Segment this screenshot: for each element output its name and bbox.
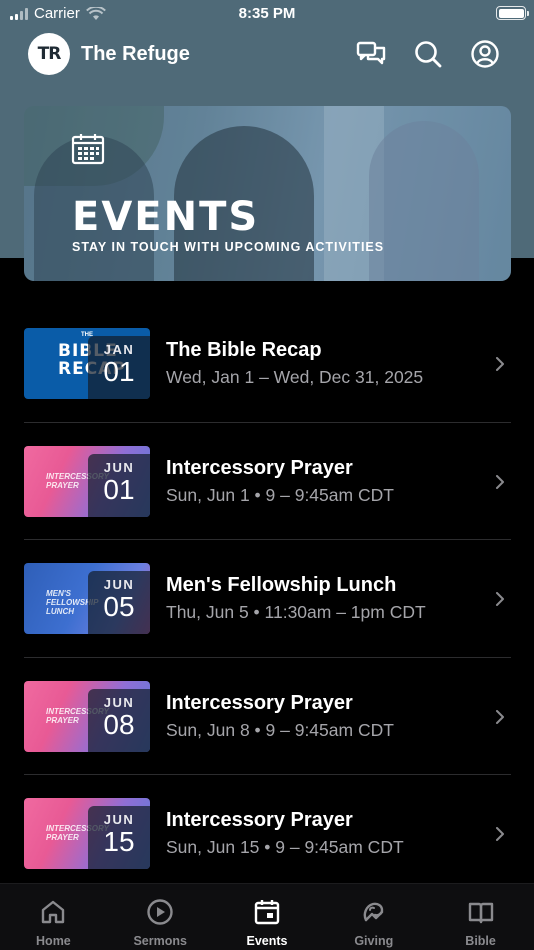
event-date: Thu, Jun 5 • 11:30am – 1pm CDT xyxy=(166,602,426,622)
tab-giving[interactable]: Giving xyxy=(320,884,427,950)
date-badge: JUN 01 xyxy=(88,453,150,517)
battery-icon xyxy=(496,6,529,20)
badge-day: 01 xyxy=(103,356,135,387)
app-screen: Carrier 8:35 PM TR The Refuge EVENTS STA… xyxy=(0,0,534,950)
calendar-icon xyxy=(254,900,280,925)
event-date: Sun, Jun 15 • 9 – 9:45am CDT xyxy=(166,837,404,857)
event-thumbnail: MEN'S FELLOWSHIP LUNCH JUN 05 xyxy=(24,563,150,634)
hero-title: EVENTS xyxy=(72,194,260,240)
event-thumbnail: INTERCESSORY PRAYER JUN 15 xyxy=(24,798,150,869)
event-row[interactable]: INTERCESSORY PRAYER JUN 15 Intercessory … xyxy=(24,775,511,893)
profile-button[interactable] xyxy=(469,38,501,70)
badge-month: JUN xyxy=(103,459,135,475)
events-list: THE BIBLE RECAP JAN 01 The Bible Recap W… xyxy=(0,305,534,893)
app-title: The Refuge xyxy=(81,43,190,65)
home-icon xyxy=(42,900,65,924)
calendar-icon xyxy=(71,134,105,165)
badge-day: 05 xyxy=(103,591,135,622)
search-icon xyxy=(415,41,442,68)
event-row[interactable]: INTERCESSORY PRAYER JUN 01 Intercessory … xyxy=(24,423,511,540)
event-date: Sun, Jun 8 • 9 – 9:45am CDT xyxy=(166,719,394,740)
date-badge: JAN 01 xyxy=(88,336,150,399)
tab-home[interactable]: Home xyxy=(0,884,107,950)
event-row[interactable]: THE BIBLE RECAP JAN 01 The Bible Recap W… xyxy=(24,305,511,423)
chat-button[interactable] xyxy=(355,38,387,70)
date-badge: JUN 05 xyxy=(88,571,150,634)
badge-day: 15 xyxy=(103,826,135,857)
badge-month: JUN xyxy=(103,694,135,710)
badge-day: 01 xyxy=(103,473,135,505)
tab-label: Bible xyxy=(465,934,496,948)
badge-month: JUN xyxy=(103,577,135,592)
event-row[interactable]: MEN'S FELLOWSHIP LUNCH JUN 05 Men's Fell… xyxy=(24,540,511,658)
tab-label: Events xyxy=(246,934,288,948)
chat-icon xyxy=(356,41,386,65)
event-title: Intercessory Prayer xyxy=(166,809,353,831)
chevron-right-icon xyxy=(496,357,504,371)
event-row[interactable]: INTERCESSORY PRAYER JUN 08 Intercessory … xyxy=(24,658,511,775)
badge-month: JAN xyxy=(103,342,135,357)
event-title: Intercessory Prayer xyxy=(166,456,353,479)
tab-bible[interactable]: Bible xyxy=(427,884,534,950)
event-thumbnail: INTERCESSORY PRAYER JUN 01 xyxy=(24,445,150,517)
tab-bar: Home Sermons Events Giving Bible xyxy=(0,883,534,950)
event-title: The Bible Recap xyxy=(166,339,322,361)
event-title: Intercessory Prayer xyxy=(166,691,353,714)
event-thumbnail: INTERCESSORY PRAYER JUN 08 xyxy=(24,680,150,752)
event-thumbnail: THE BIBLE RECAP JAN 01 xyxy=(24,328,150,399)
giving-icon xyxy=(363,902,383,922)
play-icon xyxy=(147,899,173,925)
logo-text: TR xyxy=(37,44,62,64)
app-logo[interactable]: TR xyxy=(28,33,70,75)
badge-day: 08 xyxy=(103,708,135,740)
tab-label: Sermons xyxy=(133,934,187,948)
event-date: Sun, Jun 1 • 9 – 9:45am CDT xyxy=(166,484,394,505)
event-title: Men's Fellowship Lunch xyxy=(166,574,397,596)
chevron-right-icon xyxy=(496,709,504,724)
chevron-right-icon xyxy=(496,827,504,841)
hero-subtitle: STAY IN TOUCH WITH UPCOMING ACTIVITIES xyxy=(72,240,385,254)
book-icon xyxy=(468,902,493,924)
date-badge: JUN 08 xyxy=(88,688,150,752)
app-header: TR The Refuge xyxy=(0,30,534,80)
events-hero-banner: EVENTS STAY IN TOUCH WITH UPCOMING ACTIV… xyxy=(24,106,511,281)
chevron-right-icon xyxy=(496,592,504,606)
tab-sermons[interactable]: Sermons xyxy=(107,884,214,950)
event-date: Wed, Jan 1 – Wed, Dec 31, 2025 xyxy=(166,367,424,387)
status-bar: Carrier 8:35 PM xyxy=(0,0,534,28)
chevron-right-icon xyxy=(496,474,504,489)
status-time: 8:35 PM xyxy=(238,5,296,22)
tab-events[interactable]: Events xyxy=(214,884,321,950)
date-badge: JUN 15 xyxy=(88,806,150,869)
tab-label: Home xyxy=(36,934,71,948)
tab-label: Giving xyxy=(354,934,394,948)
badge-month: JUN xyxy=(103,812,135,827)
profile-icon xyxy=(471,40,499,68)
search-button[interactable] xyxy=(412,38,444,70)
